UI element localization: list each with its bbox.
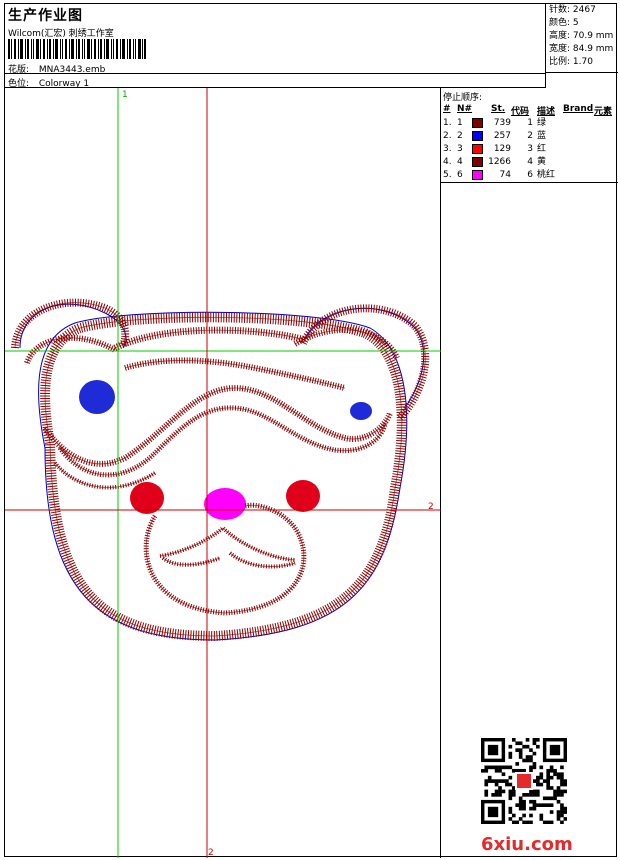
sequence-description: 红 <box>537 144 547 154</box>
sequence-index: 4. <box>443 157 452 167</box>
color-swatch <box>472 118 483 128</box>
sheet-title: 生产作业图 <box>8 8 83 24</box>
stitch-count: 针数: 2467 <box>549 5 596 15</box>
col-element: 元素 <box>594 107 613 117</box>
header-info: 生产作业图 Wilcom(汇宏) 刺绣工作室 花版: MNA3443.emb 色… <box>5 4 546 89</box>
header-divider <box>5 73 546 74</box>
qr-code <box>481 738 568 825</box>
design-width: 宽度: 84.9 mm <box>549 44 614 54</box>
design-height: 高度: 70.9 mm <box>549 31 614 41</box>
sequence-code: 2 <box>527 131 533 141</box>
mouth-line <box>159 525 296 562</box>
sequence-code: 4 <box>527 157 533 167</box>
color-swatch <box>472 157 483 167</box>
guide-label-green: 1 <box>122 90 128 100</box>
sequence-stitches: 1266 <box>488 157 511 167</box>
hair-swirl-3 <box>57 405 388 478</box>
sequence-row: 4. 4 1266 4 黄 <box>441 156 618 169</box>
stats-divider <box>546 72 618 73</box>
studio-name: Wilcom(汇宏) 刺绣工作室 <box>8 29 114 39</box>
bear-face-design <box>11 298 430 642</box>
sequence-needle: 6 <box>457 170 463 180</box>
watermark-logo: 6xiu.com <box>481 834 573 855</box>
sequence-row: 5. 6 74 6 桃红 <box>441 169 618 182</box>
sequence-needle: 4 <box>457 157 463 167</box>
sequence-stitches: 74 <box>499 170 511 180</box>
sequence-stitches: 739 <box>493 118 511 128</box>
right-ear-inner <box>293 326 400 360</box>
embroidery-preview <box>5 88 441 858</box>
sequence-needle: 1 <box>457 118 463 128</box>
sequence-needle: 3 <box>457 144 463 154</box>
nose <box>204 488 246 520</box>
head-top <box>113 326 307 352</box>
stop-sequence-panel: 停止顺序: # N# St. 代码 描述 Brand 元素 1. 1 739 1 绿 2.… <box>441 88 618 183</box>
design-scale: 比例: 1.70 <box>549 57 593 67</box>
right-cheek <box>286 480 320 512</box>
sequence-code: 1 <box>527 118 533 128</box>
col-brand: Brand <box>563 104 594 114</box>
barcode <box>8 39 146 59</box>
muzzle-outline <box>143 502 307 616</box>
sequence-index: 2. <box>443 131 452 141</box>
design-canvas: 1 2 2 <box>5 88 441 858</box>
col-description: 描述 <box>537 107 556 117</box>
color-swatch <box>472 144 483 154</box>
sequence-row: 2. 2 257 2 蓝 <box>441 130 618 143</box>
sequence-index: 5. <box>443 170 452 180</box>
sequence-row: 1. 1 739 1 绿 <box>441 117 618 130</box>
color-swatch <box>472 131 483 141</box>
sequence-code: 3 <box>527 144 533 154</box>
design-stats: 针数: 2467 颜色: 5 高度: 70.9 mm 宽度: 84.9 mm 比… <box>546 4 618 72</box>
col-stitches: St. <box>491 104 506 114</box>
color-count: 颜色: 5 <box>549 18 579 28</box>
guide-label-red-horizontal: 2 <box>428 502 434 512</box>
sequence-description: 绿 <box>537 118 547 128</box>
sequence-description: 蓝 <box>537 131 547 141</box>
sequence-stitches: 257 <box>493 131 511 141</box>
sequence-code: 6 <box>527 170 533 180</box>
color-swatch <box>472 170 483 180</box>
right-eye <box>350 402 372 420</box>
stop-sequence-title: 停止顺序: <box>443 93 483 103</box>
sequence-row: 3. 3 129 3 红 <box>441 143 618 156</box>
sequence-header: # N# St. 代码 描述 Brand 元素 <box>441 104 618 117</box>
right-ear <box>299 304 430 421</box>
production-sheet: 生产作业图 Wilcom(汇宏) 刺绣工作室 花版: MNA3443.emb 色… <box>4 3 618 858</box>
col-needle: N# <box>457 104 473 114</box>
left-eye <box>79 380 115 414</box>
col-code: 代码 <box>511 107 530 117</box>
sequence-stitches: 129 <box>493 144 511 154</box>
sequence-index: 3. <box>443 144 452 154</box>
col-index: # <box>443 104 451 114</box>
sequence-description: 黄 <box>537 157 547 167</box>
left-cheek <box>130 482 164 514</box>
guide-label-red-vertical: 2 <box>208 848 214 858</box>
sequence-needle: 2 <box>457 131 463 141</box>
sequence-index: 1. <box>443 118 452 128</box>
left-ear-inner <box>24 334 117 365</box>
sequence-description: 桃红 <box>537 170 556 180</box>
